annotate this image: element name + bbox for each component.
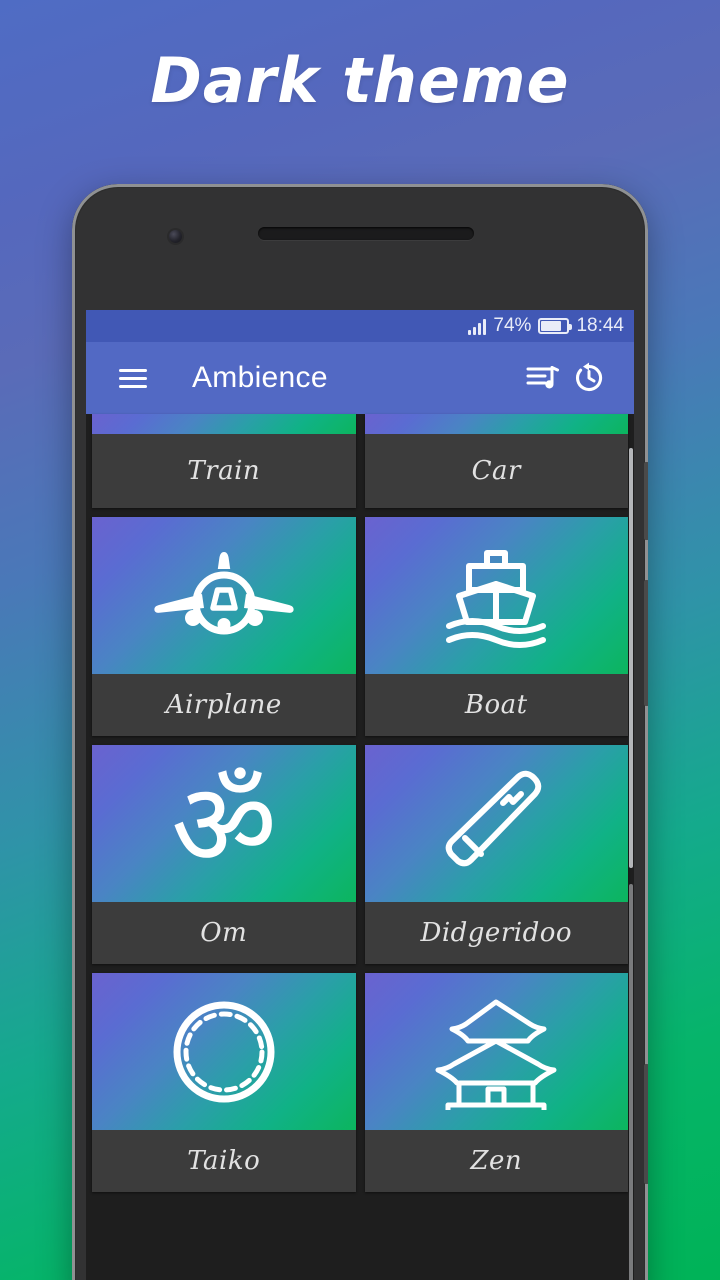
phone-mockup: 74% 18:44 Ambience Train Car Airplane Bo… xyxy=(72,184,648,1280)
sound-tile-label: Didgeridoo xyxy=(420,918,573,948)
sound-tile-taiko[interactable]: Taiko xyxy=(92,973,356,1192)
sound-tile-label: Taiko xyxy=(187,1146,261,1176)
sound-tile-boat[interactable]: Boat xyxy=(364,517,628,736)
volume-down-button[interactable] xyxy=(644,580,648,706)
front-camera-icon xyxy=(169,230,182,243)
queue-music-icon[interactable] xyxy=(520,355,566,401)
app-bar: Ambience xyxy=(86,342,634,414)
didgeridoo-icon xyxy=(364,745,628,902)
signal-bars-icon xyxy=(468,318,487,335)
sound-tile-label: Boat xyxy=(464,690,528,720)
car-icon xyxy=(364,414,628,434)
vertical-scrollbar[interactable] xyxy=(629,414,633,1280)
battery-icon xyxy=(538,318,573,334)
sound-tile-om[interactable]: ॐ Om xyxy=(92,745,356,964)
hamburger-menu-icon[interactable] xyxy=(110,355,156,401)
sound-tile-car[interactable]: Car xyxy=(364,414,628,508)
sound-tile-label: Car xyxy=(471,456,521,486)
pagoda-icon xyxy=(364,973,628,1130)
om-icon: ॐ xyxy=(92,745,356,902)
sound-tile-train[interactable]: Train xyxy=(92,414,356,508)
train-icon xyxy=(92,414,356,434)
phone-screen: 74% 18:44 Ambience Train Car Airplane Bo… xyxy=(86,310,634,1280)
app-title: Ambience xyxy=(192,361,328,394)
battery-percent-label: 74% xyxy=(493,315,532,336)
sound-grid: Train Car Airplane Boat ॐ Om Didgeridoo … xyxy=(92,414,628,1192)
sound-tile-airplane[interactable]: Airplane xyxy=(92,517,356,736)
airplane-icon xyxy=(92,517,356,674)
sound-grid-container: Train Car Airplane Boat ॐ Om Didgeridoo … xyxy=(86,414,634,1280)
taiko-drum-icon xyxy=(92,973,356,1130)
sound-tile-label: Airplane xyxy=(165,690,282,720)
sound-tile-didgeridoo[interactable]: Didgeridoo xyxy=(364,745,628,964)
sound-tile-label: Om xyxy=(200,918,248,948)
boat-icon xyxy=(364,517,628,674)
scrollbar-thumb[interactable] xyxy=(629,448,633,868)
sound-tile-label: Train xyxy=(187,456,261,486)
sleep-timer-icon[interactable] xyxy=(566,355,612,401)
status-bar: 74% 18:44 xyxy=(86,310,634,342)
scrollbar-track-lower[interactable] xyxy=(629,884,633,1280)
svg-text:ॐ: ॐ xyxy=(171,764,277,884)
sound-tile-label: Zen xyxy=(470,1146,523,1176)
sound-tile-zen[interactable]: Zen xyxy=(364,973,628,1192)
page-title: Dark theme xyxy=(150,44,570,117)
volume-up-button[interactable] xyxy=(644,462,648,540)
power-button[interactable] xyxy=(644,1064,648,1184)
earpiece-speaker xyxy=(258,227,474,240)
clock-label: 18:44 xyxy=(576,315,624,336)
